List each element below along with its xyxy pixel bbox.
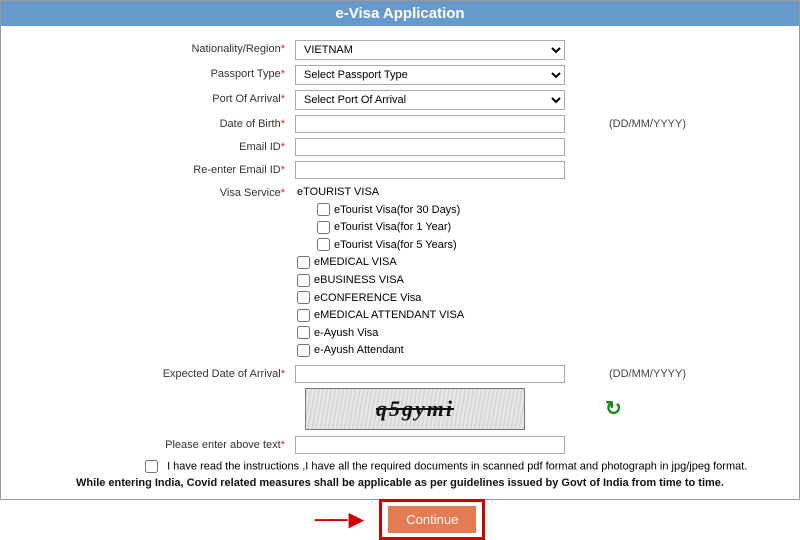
passport-type-select[interactable]: Select Passport Type — [295, 65, 565, 85]
refresh-icon[interactable]: ↻ — [605, 396, 622, 421]
visa-etourist-label: eTOURIST VISA — [297, 184, 595, 202]
reemail-input[interactable] — [295, 161, 565, 179]
consent-checkbox[interactable] — [145, 460, 158, 473]
hint-dob: (DD/MM/YYYY) — [595, 115, 745, 130]
label-nationality: Nationality/Region* — [25, 40, 295, 55]
form-area: Nationality/Region* VIETNAM Passport Typ… — [25, 34, 775, 473]
page-header: e-Visa Application — [1, 1, 799, 26]
nationality-select[interactable]: VIETNAM — [295, 40, 565, 60]
visa-etourist-1y-checkbox[interactable] — [317, 221, 330, 234]
visa-econference-checkbox[interactable] — [297, 291, 310, 304]
label-captcha: Please enter above text* — [25, 436, 295, 451]
visa-eayush-attendant-checkbox[interactable] — [297, 344, 310, 357]
visa-emedical-label: eMEDICAL VISA — [314, 256, 397, 268]
visa-etourist-30d-label: eTourist Visa(for 30 Days) — [334, 204, 460, 216]
label-expected-arrival: Expected Date of Arrival* — [25, 365, 295, 380]
covid-notice: While entering India, Covid related meas… — [11, 477, 789, 489]
label-passport-type: Passport Type* — [25, 65, 295, 80]
label-dob: Date of Birth* — [25, 115, 295, 130]
visa-emedical-checkbox[interactable] — [297, 256, 310, 269]
label-port-of-arrival: Port Of Arrival* — [25, 90, 295, 105]
page-title: e-Visa Application — [335, 5, 464, 22]
visa-emed-attendant-checkbox[interactable] — [297, 309, 310, 322]
visa-econference-label: eCONFERENCE Visa — [314, 292, 421, 304]
visa-ebusiness-label: eBUSINESS VISA — [314, 274, 404, 286]
visa-etourist-1y-label: eTourist Visa(for 1 Year) — [334, 221, 451, 233]
visa-emed-attendant-label: eMEDICAL ATTENDANT VISA — [314, 309, 464, 321]
visa-eayush-checkbox[interactable] — [297, 326, 310, 339]
label-visa-service: Visa Service* — [25, 184, 295, 199]
expected-arrival-input[interactable] — [295, 365, 565, 383]
consent-text: I have read the instructions ,I have all… — [167, 460, 747, 472]
dob-input[interactable] — [295, 115, 565, 133]
email-input[interactable] — [295, 138, 565, 156]
visa-etourist-5y-label: eTourist Visa(for 5 Years) — [334, 239, 457, 251]
port-of-arrival-select[interactable]: Select Port Of Arrival — [295, 90, 565, 110]
continue-highlight: Continue — [379, 499, 485, 540]
visa-eayush-label: e-Ayush Visa — [314, 327, 378, 339]
visa-service-group: eTOURIST VISA eTourist Visa(for 30 Days)… — [295, 184, 595, 360]
captcha-image: q5gymi — [305, 388, 525, 430]
visa-etourist-5y-checkbox[interactable] — [317, 238, 330, 251]
hint-expected-arrival: (DD/MM/YYYY) — [595, 365, 745, 380]
arrow-icon: ──► — [315, 504, 366, 535]
continue-button[interactable]: Continue — [388, 506, 476, 533]
captcha-input[interactable] — [295, 436, 565, 454]
visa-eayush-attendant-label: e-Ayush Attendant — [314, 344, 404, 356]
label-email: Email ID* — [25, 138, 295, 153]
visa-ebusiness-checkbox[interactable] — [297, 274, 310, 287]
label-reemail: Re-enter Email ID* — [25, 161, 295, 176]
visa-etourist-30d-checkbox[interactable] — [317, 203, 330, 216]
